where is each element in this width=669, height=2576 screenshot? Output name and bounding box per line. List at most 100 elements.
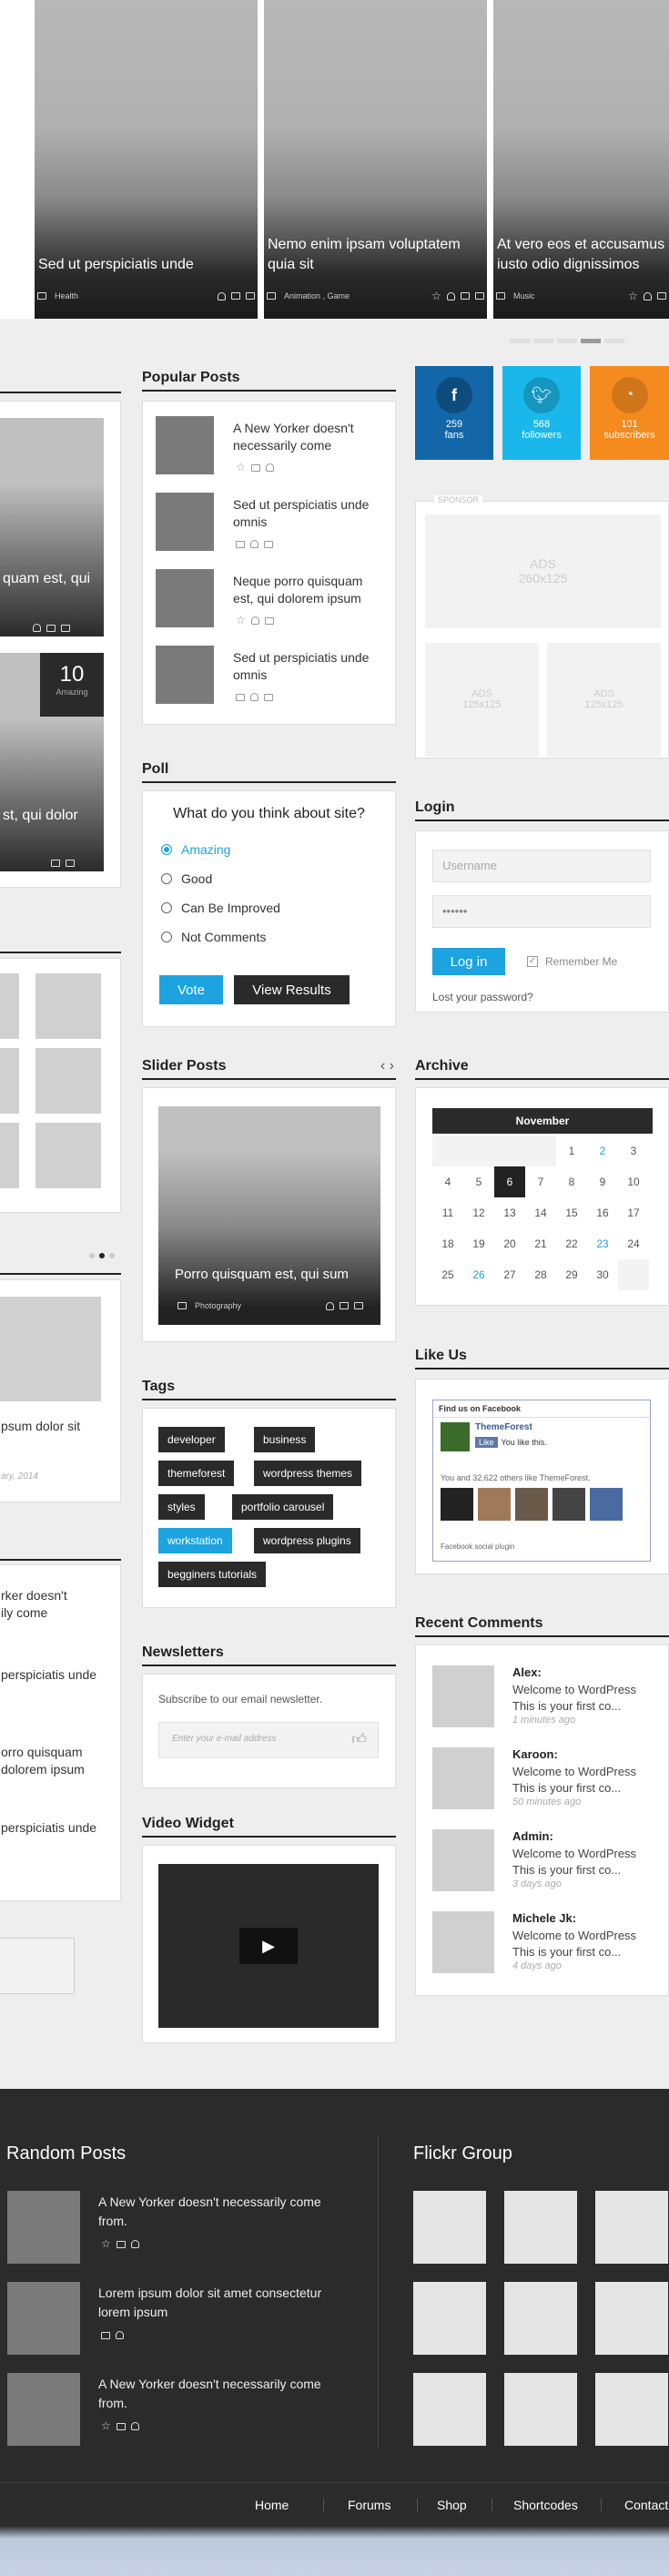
carousel-dot-active[interactable] [99,1253,105,1258]
left-post-title[interactable]: psum dolor sit [1,1419,80,1433]
pagination-dot[interactable] [604,339,624,343]
comment-item[interactable]: Karoon: Welcome to WordPress This is your… [432,1747,651,1811]
left-list-item[interactable]: rker doesn't ily come [1,1587,67,1622]
tag-themeforest[interactable]: themeforest [158,1461,235,1486]
calendar-day[interactable]: 8 [556,1166,587,1197]
calendar-day[interactable]: 28 [525,1259,556,1290]
avatar[interactable] [432,1829,494,1891]
calendar-day[interactable]: 29 [556,1259,587,1290]
calendar-day[interactable]: 9 [587,1166,618,1197]
calendar-day[interactable]: 25 [432,1259,463,1290]
gallery-thumb[interactable] [0,973,19,1039]
nav-home[interactable]: Home [255,2498,289,2512]
calendar-day[interactable]: 22 [556,1228,587,1259]
tag-developer[interactable]: developer [158,1427,225,1452]
nav-shop[interactable]: Shop [437,2498,467,2512]
left-cropped-button[interactable] [0,1938,75,1994]
pagination-dot[interactable] [557,339,577,343]
calendar-day[interactable]: 3 [618,1135,649,1166]
tag-wordpress-themes[interactable]: wordpress themes [254,1461,362,1486]
comment-item[interactable]: Admin: Welcome to WordPress This is your … [432,1829,651,1893]
left-post-caption[interactable]: quam est, qui [3,571,90,587]
calendar-day[interactable]: 5 [463,1166,494,1197]
calendar-day[interactable]: 1 [556,1135,587,1166]
thumbs-up-icon[interactable]: 👍︎ [351,1731,367,1748]
calendar-day[interactable]: 23 [587,1228,618,1259]
fb-page-name[interactable]: ThemeForest [475,1422,532,1432]
gallery-thumb[interactable] [0,1048,19,1114]
ad-banner-small[interactable]: ADS 125x125 [547,643,661,757]
fan-avatar[interactable] [590,1488,623,1521]
calendar-day[interactable]: 27 [494,1259,525,1290]
comment-item[interactable]: Alex: Welcome to WordPress This is your f… [432,1665,651,1729]
calendar-day[interactable]: 30 [587,1259,618,1290]
comment-item[interactable]: Michele Jk: Welcome to WordPress This is … [432,1911,651,1975]
video-player[interactable]: ▶ [158,1864,379,2028]
ad-banner-small[interactable]: ADS 125x125 [425,643,539,757]
calendar-day[interactable]: 13 [494,1197,525,1228]
gallery-thumb[interactable] [35,1123,101,1188]
calendar-day[interactable]: 12 [463,1197,494,1228]
hero-slide-title[interactable]: At vero eos et accusamus iusto odio dign… [493,235,669,275]
avatar[interactable] [432,1747,494,1809]
nav-shortcodes[interactable]: Shortcodes [513,2498,578,2512]
hero-slide-category[interactable]: Music [513,291,535,300]
tag-styles[interactable]: styles [158,1494,205,1520]
pagination-dot-active[interactable] [581,339,601,343]
popular-post-item[interactable]: Sed ut perspiciatis unde omnis [156,493,383,556]
nav-forums[interactable]: Forums [348,2498,390,2512]
popular-post-item[interactable]: Sed ut perspiciatis unde omnis [156,646,383,709]
calendar-day[interactable]: 26 [463,1259,494,1290]
random-post-item[interactable]: A New Yorker doesn't necessarily come fr… [7,2373,371,2446]
tag-portfolio-carousel[interactable]: portfolio carousel [232,1494,334,1520]
ad-banner-large[interactable]: ADS 260x125 [425,514,661,628]
hero-slide-category[interactable]: Animation , Game [284,291,350,300]
newsletter-email-input[interactable]: Enter your e-mail address 👍︎ [158,1722,379,1758]
calendar-day[interactable]: 2 [587,1135,618,1166]
calendar-day[interactable]: 16 [587,1197,618,1228]
hero-slide[interactable]: Sed ut perspiciatis unde Health [35,0,258,319]
popular-post-title[interactable]: Neque porro quisquam est, qui dolorem ip… [233,573,383,607]
pagination-dot[interactable] [533,339,553,343]
fb-like-button[interactable]: Like [475,1437,498,1448]
left-featured-post[interactable]: quam est, qui [0,418,104,636]
random-post-item[interactable]: A New Yorker doesn't necessarily come fr… [7,2191,371,2264]
flickr-thumb[interactable] [504,2282,577,2355]
left-list-item[interactable]: perspiciatis unde [1,1820,96,1835]
gallery-thumb[interactable] [35,1048,101,1114]
view-results-button[interactable]: View Results [234,975,350,1004]
calendar-day[interactable]: 21 [525,1228,556,1259]
post-thumb[interactable] [7,2373,80,2446]
poll-option-good[interactable]: Good [161,871,212,886]
slider-post-caption[interactable]: Porro quisquam est, qui sum [175,1267,349,1282]
calendar-day[interactable]: 14 [525,1197,556,1228]
facebook-counter[interactable]: f 259 fans [415,366,493,460]
calendar-day[interactable]: 18 [432,1228,463,1259]
popular-post-title[interactable]: A New Yorker doesn't necessarily come [233,420,383,454]
post-thumb[interactable] [156,646,214,704]
calendar-day[interactable]: 20 [494,1228,525,1259]
carousel-dot[interactable] [109,1253,115,1258]
post-thumb[interactable] [7,2282,80,2355]
post-thumb[interactable] [156,569,214,627]
fan-avatar[interactable] [552,1488,585,1521]
gallery-thumb[interactable] [0,1123,19,1188]
tag-begginers-tutorials[interactable]: begginers tutorials [158,1562,267,1587]
fan-avatar[interactable] [441,1488,473,1521]
flickr-thumb[interactable] [504,2191,577,2264]
random-post-item[interactable]: Lorem ipsum dolor sit amet consectetur l… [7,2282,371,2355]
calendar-day[interactable]: 24 [618,1228,649,1259]
remember-me-checkbox[interactable]: ✓ Remember Me [527,955,617,968]
poll-option-not-comments[interactable]: Not Comments [161,930,266,944]
calendar-day[interactable]: 19 [463,1228,494,1259]
login-button[interactable]: Log in [432,948,505,975]
flickr-thumb[interactable] [595,2373,668,2446]
nav-contact[interactable]: Contact [624,2498,668,2512]
flickr-thumb[interactable] [595,2282,668,2355]
password-input[interactable]: •••••• [432,895,651,928]
calendar-day[interactable]: 6 [494,1166,525,1197]
popular-post-item[interactable]: A New Yorker doesn't necessarily come ☆ [156,416,383,480]
hero-slide-category[interactable]: Health [55,291,78,300]
tag-wordpress-plugins[interactable]: wordpress plugins [254,1528,360,1553]
username-input[interactable]: Username [432,850,651,882]
